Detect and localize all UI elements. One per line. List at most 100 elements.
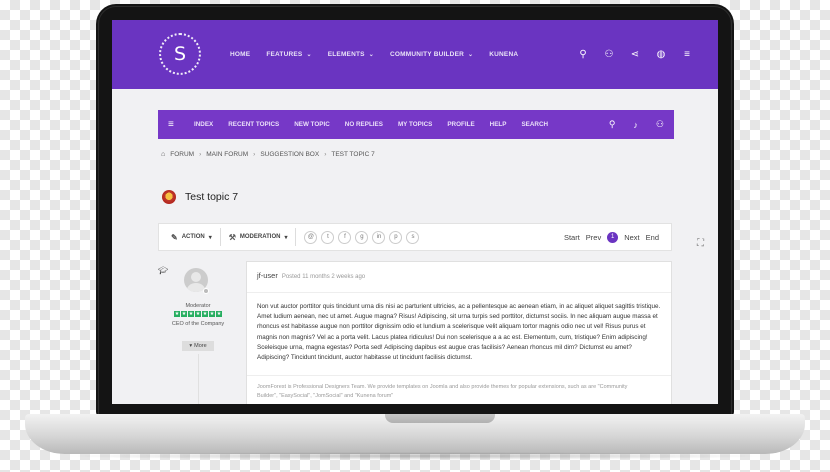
nav-home-label: HOME — [230, 51, 251, 58]
nav-home[interactable]: HOME — [230, 51, 250, 58]
laptop-screen: S HOME FEATURES ⌄ ELEMENTS ⌄ COMMUNITY BUI… — [112, 20, 718, 404]
search-icon[interactable]: ⚲ — [578, 49, 588, 60]
star-icon: ★ — [188, 311, 194, 317]
linkedin-icon[interactable]: in — [372, 230, 386, 244]
breadcrumb-separator-icon: › — [324, 151, 327, 158]
divider — [295, 228, 297, 246]
post-signature: JoomForest is Professional Designers Tea… — [257, 384, 628, 399]
forum-link-index[interactable]: INDEX — [194, 121, 213, 128]
logo-letter: S — [173, 43, 187, 65]
breadcrumb-current: TEST TOPIC 7 — [331, 151, 375, 158]
globe-icon[interactable]: ◍ — [656, 49, 666, 60]
forum-links: INDEX RECENT TOPICS NEW TOPIC NO REPLIES… — [194, 121, 548, 128]
laptop-base — [25, 414, 805, 454]
twitter-icon[interactable]: t — [321, 230, 335, 244]
breadcrumb-main-forum[interactable]: MAIN FORUM — [206, 151, 248, 158]
nav-community-builder[interactable]: COMMUNITY BUILDER ⌄ — [390, 51, 473, 58]
forum-toolbar: ≡ INDEX RECENT TOPICS NEW TOPIC NO REPLI… — [158, 110, 674, 139]
rating-stars: ★ ★ ★ ★ ★ ★ ★ — [174, 311, 224, 318]
topic-action-bar: ✎ ACTION ▾ ⚒ MODERATION ▾ @ t f g in p s… — [158, 223, 672, 251]
topic-icon — [162, 190, 176, 204]
post-timestamp: Posted 11 months 2 weeks ago — [281, 274, 366, 280]
hamburger-icon[interactable]: ≡ — [168, 119, 182, 130]
divider — [198, 354, 199, 404]
forum-link-recent-topics[interactable]: RECENT TOPICS — [228, 121, 279, 128]
star-icon: ★ — [202, 311, 208, 317]
pager-prev[interactable]: Prev — [586, 233, 601, 242]
breadcrumb-separator-icon: › — [253, 151, 256, 158]
nav-elements-label: ELEMENTS — [327, 51, 365, 58]
forum-link-my-topics[interactable]: MY TOPICS — [398, 121, 432, 128]
pager-current-page[interactable]: 1 — [607, 231, 619, 243]
chevron-down-icon: ⌄ — [468, 52, 474, 58]
main-nav: HOME FEATURES ⌄ ELEMENTS ⌄ COMMUNITY BUILD… — [230, 20, 518, 89]
star-icon: ★ — [181, 311, 187, 317]
moderation-dropdown[interactable]: ⚒ MODERATION ▾ — [229, 233, 288, 242]
header-icons: ⚲ ⚇ ⋖ ◍ ≡ — [578, 20, 692, 89]
forum-toolbar-icons: ⚲ ♪ ⚇ — [609, 110, 664, 139]
forum-link-help[interactable]: HELP — [490, 121, 507, 128]
caret-down-icon: ▾ — [284, 234, 288, 241]
site-header: S HOME FEATURES ⌄ ELEMENTS ⌄ COMMUNITY BUI… — [112, 20, 718, 89]
graduation-cap-icon: 🎓︎ — [158, 266, 169, 275]
share-buttons: @ t f g in p s — [304, 230, 420, 244]
pinterest-icon[interactable]: p — [389, 230, 403, 244]
google-plus-icon[interactable]: g — [355, 230, 369, 244]
breadcrumb: ⌂ FORUM › MAIN FORUM › SUGGESTION BOX › … — [161, 151, 375, 158]
email-icon[interactable]: @ — [304, 230, 318, 244]
menu-icon[interactable]: ≡ — [682, 49, 692, 60]
pager-start[interactable]: Start — [564, 233, 580, 242]
forum-link-new-topic[interactable]: NEW TOPIC — [294, 121, 330, 128]
stumbleupon-icon[interactable]: s — [406, 230, 420, 244]
site-logo[interactable]: S — [159, 33, 201, 75]
author-role: Moderator — [185, 303, 211, 309]
forum-link-search[interactable]: SEARCH — [521, 121, 548, 128]
divider — [247, 292, 671, 293]
breadcrumb-forum[interactable]: FORUM — [170, 151, 194, 158]
nav-elements[interactable]: ELEMENTS ⌄ — [328, 51, 374, 58]
nav-community-builder-label: COMMUNITY BUILDER — [389, 51, 464, 58]
star-icon: ★ — [209, 311, 215, 317]
topic-title: Test topic 7 — [185, 191, 239, 203]
topic-header: Test topic 7 — [162, 190, 238, 204]
user-icon[interactable]: ⚇ — [656, 119, 664, 130]
chevron-down-icon: ⌄ — [368, 52, 374, 58]
action-label: ACTION — [181, 234, 205, 240]
laptop-notch — [385, 414, 495, 423]
expand-icon[interactable]: ⛶ — [697, 238, 704, 249]
caret-down-icon: ▾ — [208, 234, 212, 241]
nav-features-label: FEATURES — [266, 51, 303, 58]
action-dropdown[interactable]: ✎ ACTION ▾ — [171, 233, 212, 242]
facebook-icon[interactable]: f — [338, 230, 352, 244]
status-dot — [203, 288, 209, 294]
user-icon[interactable]: ⚇ — [604, 49, 614, 60]
breadcrumb-suggestion-box[interactable]: SUGGESTION BOX — [260, 151, 319, 158]
post-card: jf-user Posted 11 months 2 weeks ago Non… — [246, 261, 672, 404]
post-username[interactable]: jf-user — [257, 271, 278, 280]
search-icon[interactable]: ⚲ — [609, 119, 616, 130]
nav-kunena[interactable]: KUNENA — [489, 51, 518, 58]
microphone-icon[interactable]: ♪ — [633, 120, 638, 130]
forum-link-profile[interactable]: PROFILE — [447, 121, 474, 128]
pager-end[interactable]: End — [646, 233, 659, 242]
nav-features[interactable]: FEATURES ⌄ — [266, 51, 311, 58]
forum-link-no-replies[interactable]: NO REPLIES — [345, 121, 383, 128]
nav-kunena-label: KUNENA — [489, 51, 519, 58]
home-icon: ⌂ — [161, 151, 166, 158]
post-header: jf-user Posted 11 months 2 weeks ago — [257, 271, 365, 280]
star-icon: ★ — [195, 311, 201, 317]
post-body: Non vut auctor porttitor quis tincidunt … — [257, 303, 661, 362]
moderation-label: MODERATION — [239, 234, 281, 240]
wrench-icon: ⚒ — [228, 232, 236, 242]
pencil-icon: ✎ — [171, 232, 178, 242]
share-icon[interactable]: ⋖ — [630, 49, 640, 60]
pager-next[interactable]: Next — [624, 233, 639, 242]
laptop-shadow — [60, 452, 770, 460]
pagination: Start Prev 1 Next End — [564, 224, 659, 250]
more-button[interactable]: ▾ More — [182, 341, 214, 351]
star-icon: ★ — [174, 311, 180, 317]
caret-down-icon: ▾ — [189, 343, 193, 349]
more-label: More — [194, 343, 207, 349]
divider — [219, 228, 221, 246]
author-title: CEO of the Company — [171, 321, 225, 327]
